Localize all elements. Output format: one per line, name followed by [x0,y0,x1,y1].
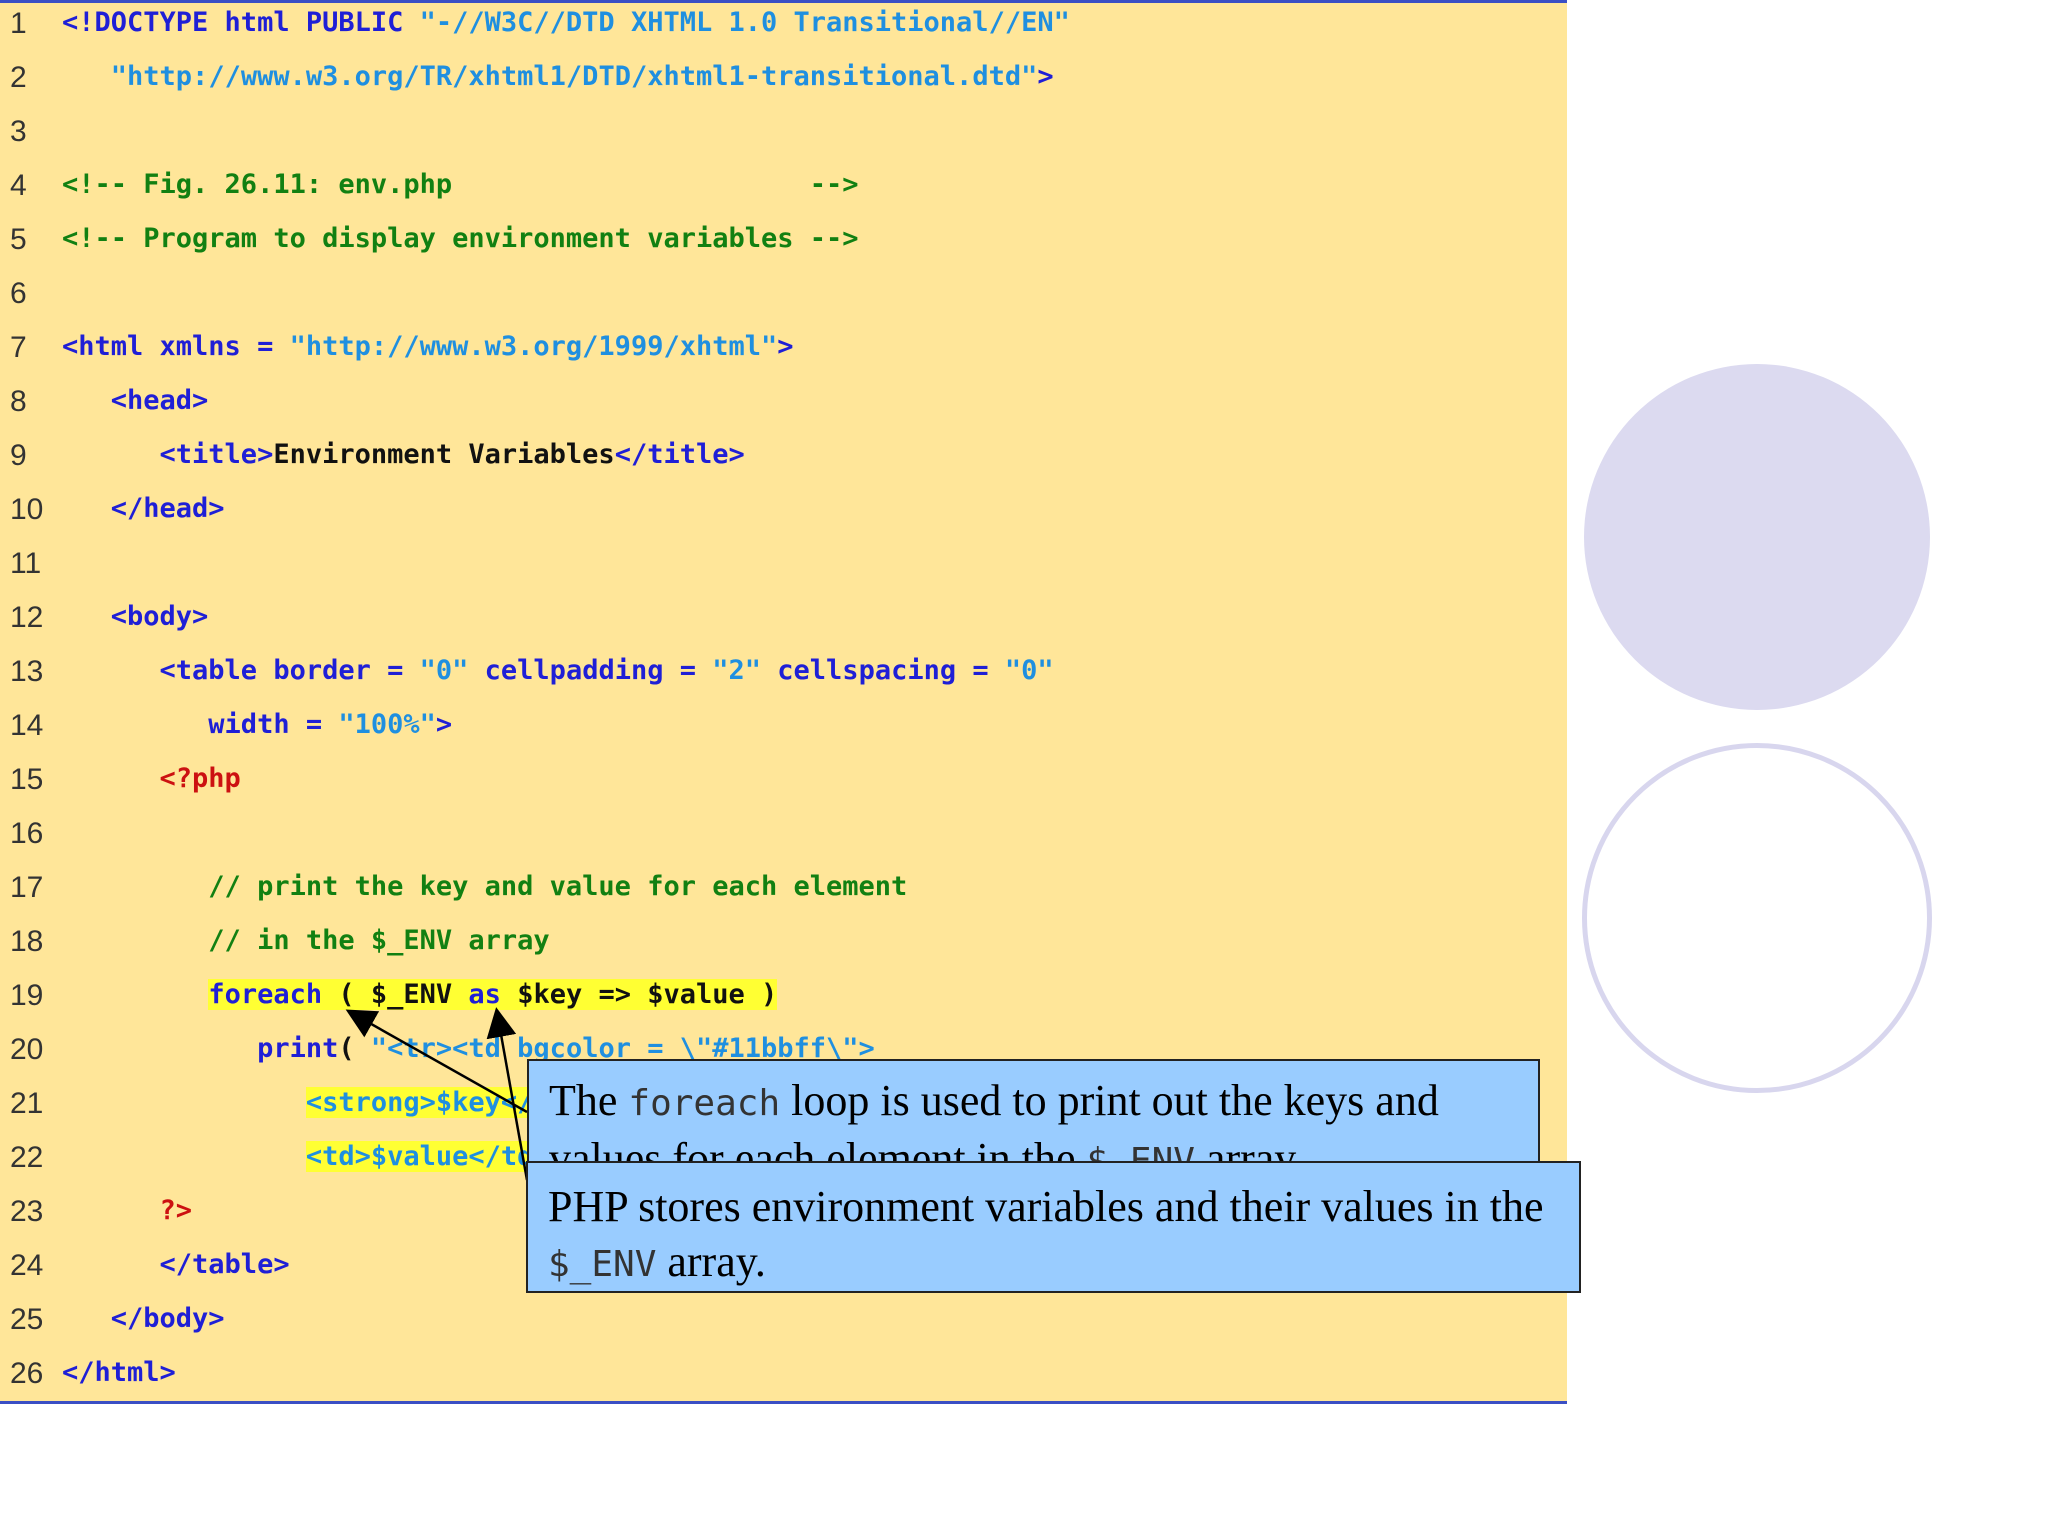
callout-1-code: foreach [628,1083,781,1124]
callout-env-array: PHP stores environment variables and the… [526,1161,1581,1293]
callout-2-text-post: array. [656,1237,766,1286]
callout-foreach: The foreach loop is used to print out th… [527,1059,1540,1165]
arrow-to-env [486,1007,529,1181]
callout-2-text-pre: PHP stores environment variables and the… [548,1182,1544,1231]
callout-1-text-pre: The [549,1076,629,1125]
callout-2-code: $_ENV [548,1244,657,1285]
callout-arrows [345,1007,529,1181]
